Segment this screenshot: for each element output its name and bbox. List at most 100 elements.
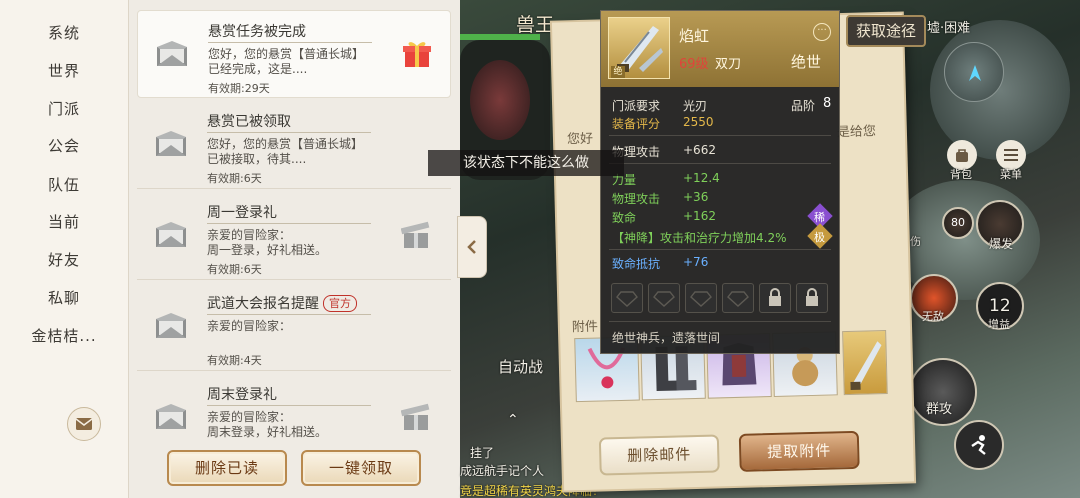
mail-preview: 亲爱的冒险家： 周一登录，好礼相送。 [207,228,328,257]
gem-icon [727,291,749,307]
mail-title: 武道大会报名提醒 官方 [207,293,357,313]
chevron-left-icon [467,240,476,254]
collapse-panel-button[interactable] [457,216,487,278]
channel-sect[interactable]: 门派 [0,98,128,119]
tier-value: 8 [823,96,832,111]
item-grade: 绝世 [791,53,822,71]
skill-burst-label: 爆发 [989,237,1014,251]
mail-expiry: 有效期:6天 [207,263,262,276]
get-source-button[interactable]: 获取途径 [846,15,926,47]
channel-system[interactable]: 系统 [0,22,128,43]
req-label: 门派要求 [612,99,661,113]
auto-battle-label[interactable]: 自动战 [498,356,543,377]
score-label: 装备评分 [612,117,661,131]
resist-label: 致命抵抗 [612,257,661,271]
stat-value: +162 [683,209,716,223]
channel-friends[interactable]: 好友 [0,249,128,270]
item-tooltip: 绝 焰虹 69级 双刀 绝世 ··· 门派要求 光刃 品阶 8 装备评分 255… [600,10,840,354]
delete-mail-button[interactable]: 删除邮件 [598,434,720,476]
delete-read-button[interactable]: 删除已读 [167,450,287,486]
chat-line: 成远航手记个人 [460,464,545,478]
stat-label: 物理攻击 [612,192,661,206]
bag-label: 背包 [950,168,972,181]
channel-sidebar: 系统 世界 门派 公会 队伍 当前 好友 私聊 金桔桔... [0,0,128,498]
gem-slot-locked [796,283,828,313]
mail-preview: 您好，您的悬赏【普通长城】已经完成，这是.... [208,47,365,76]
item-header: 绝 焰虹 69级 双刀 绝世 ··· [601,11,839,87]
mail-preview: 亲爱的冒险家： 周末登录，好礼相送。 [207,410,328,439]
extreme-badge: 极 [814,231,825,244]
mail-title: 周一登录礼 [207,205,277,221]
mail-item[interactable]: 悬赏已被领取 您好，您的悬赏【普通长城】已被接取，待其.... 有效期:6天 [137,101,451,189]
item-level: 69级 [679,57,709,72]
mail-expiry: 有效期:29天 [208,82,270,95]
grade-badge: 绝 [611,66,625,78]
status-toast: 该状态下不能这么做 [428,150,624,176]
mail-item[interactable]: 周末登录礼 亲爱的冒险家： 周末登录，好礼相送。 [137,374,451,444]
dodge-button[interactable] [954,420,1004,470]
blade-icon [850,341,882,390]
item-name: 焰虹 [679,27,710,45]
chat-line: 挂了 [470,446,495,460]
minimap[interactable] [944,42,1004,102]
mail-list-panel: 悬赏任务被完成 您好，您的悬赏【普通长城】已经完成，这是.... 有效期:29天… [128,0,461,498]
skill-partial-label: 伤 [910,235,921,248]
chevron-up-icon[interactable]: ⌃ [507,412,519,428]
skill-buff-label: 增益 [988,318,1010,331]
envelope-icon [156,131,186,156]
envelope-icon [156,404,186,429]
boss-name: 兽王 [516,14,555,36]
mail-icon [75,418,93,430]
channel-team[interactable]: 队伍 [0,174,128,195]
skill-invincible-label: 无敌 [922,310,944,323]
lock-icon [769,288,781,306]
stat-value: +36 [683,190,709,204]
gem-slot-empty [722,283,754,313]
mail-item[interactable]: 周一登录礼 亲爱的冒险家： 周一登录，好礼相送。 有效期:6天 [137,192,451,280]
gem-slot-locked [759,283,791,313]
channel-guild[interactable]: 公会 [0,135,128,156]
mail-preview: 亲爱的冒险家： [207,319,292,333]
gem-icon [616,291,638,307]
score-value: 2550 [683,115,714,129]
more-icon[interactable]: ··· [813,23,831,41]
gem-slot-empty [611,283,643,313]
channel-contact[interactable]: 金桔桔... [0,325,128,346]
gem-slot-empty [648,283,680,313]
envelope-icon [156,313,186,338]
skill-buff-count: 12 [989,296,1011,316]
gift-opened-icon [401,403,430,430]
mail-item[interactable]: 武道大会报名提醒 官方 亲爱的冒险家： 有效期:4天 [137,283,451,371]
tier-label: 品阶 [791,99,816,113]
gift-opened-icon [401,221,430,248]
mail-title: 悬赏任务被完成 [208,24,306,40]
channel-nearby[interactable]: 当前 [0,211,128,232]
mail-actions: 删除已读 一键领取 [129,440,461,498]
stat-label: 致命 [612,211,637,225]
resist-value: +76 [683,255,709,269]
claim-attachment-button[interactable]: 提取附件 [738,430,860,472]
claim-all-button[interactable]: 一键领取 [301,450,421,486]
item-portrait: 绝 [608,17,670,79]
gem-slot-empty [685,283,717,313]
player-arrow-icon [969,65,981,81]
item-flavor: 绝世神兵，遗落世间 [612,331,721,345]
mail-expiry: 有效期:4天 [207,354,262,367]
base-stat-value: +662 [683,143,716,157]
gift-icon [403,42,431,67]
mail-item[interactable]: 悬赏任务被完成 您好，您的悬赏【普通长城】已经完成，这是.... 有效期:29天 [137,10,451,98]
mail-expiry: 有效期:6天 [207,172,262,185]
letter-body: 是给您 [836,124,877,141]
bag-icon [956,149,968,162]
item-kind: 双刀 [715,57,742,72]
menu-icon [1004,149,1018,161]
attachment-label: 附件 [571,319,599,336]
mail-button[interactable] [67,407,101,441]
attachment-blade[interactable] [842,330,888,396]
channel-world[interactable]: 世界 [0,60,128,81]
special-effect: 【神降】攻击和治疗力增加4.2% [612,231,787,245]
channel-private[interactable]: 私聊 [0,287,128,308]
skill-cooldown[interactable]: 80 [942,207,974,239]
dodge-icon [971,435,986,455]
lock-icon [806,288,818,306]
